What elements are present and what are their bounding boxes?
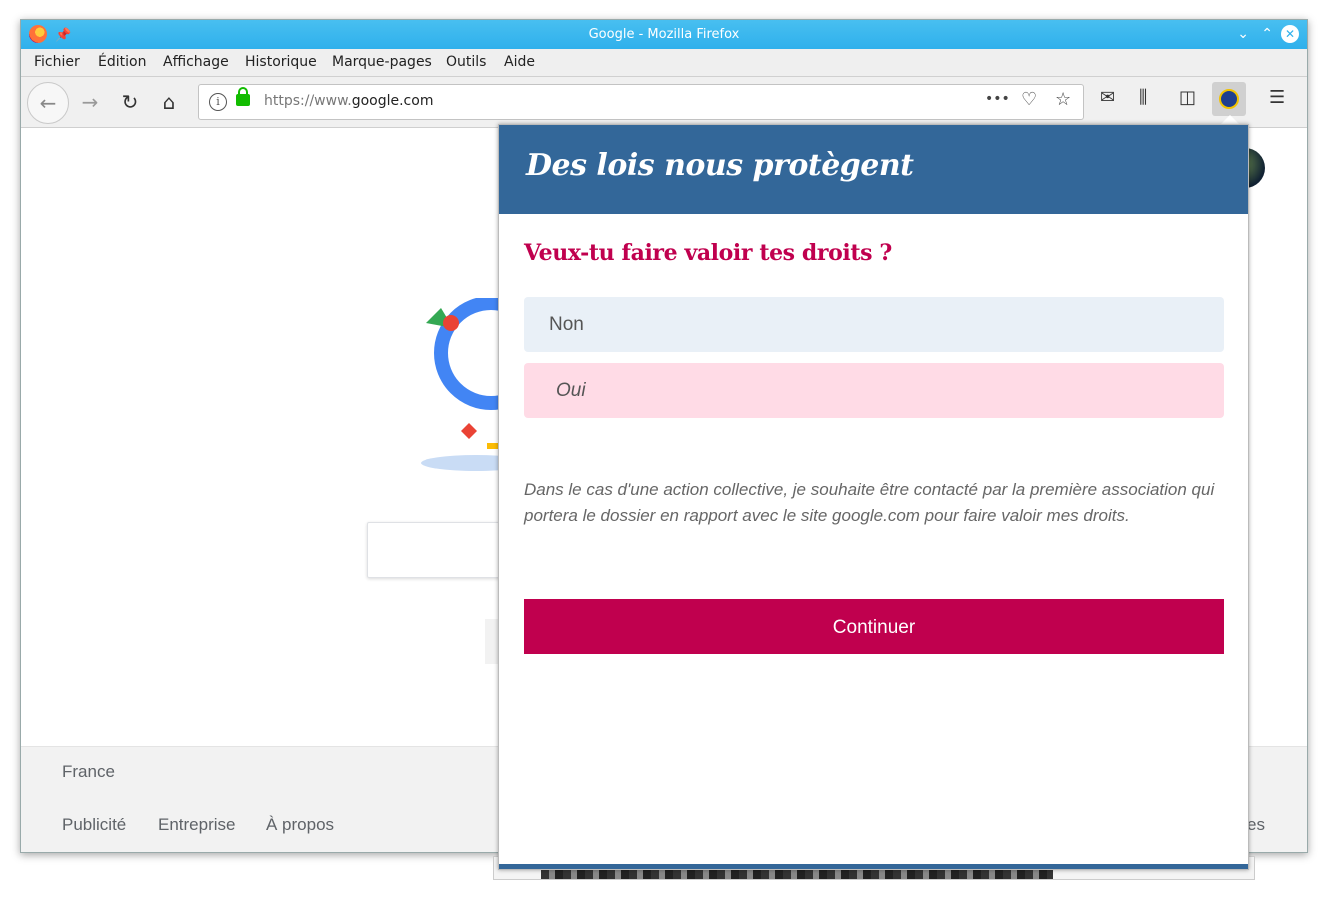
pin-icon[interactable]: 📌 (55, 21, 71, 50)
footer-link-entreprise[interactable]: Entreprise (158, 815, 235, 835)
popup-question: Veux-tu faire valoir tes droits ? (524, 240, 892, 266)
close-icon[interactable]: ✕ (1281, 25, 1299, 43)
url-bar[interactable]: i https://www.google.com ••• ♡ ☆ (198, 84, 1084, 120)
footer-link-fragment[interactable]: es (1247, 815, 1265, 835)
extension-icon (1219, 89, 1239, 109)
menu-outils[interactable]: Outils (446, 54, 486, 70)
sidebar-icon[interactable]: ◫ (1179, 87, 1196, 108)
extension-button[interactable] (1212, 82, 1246, 116)
option-non[interactable]: Non (524, 297, 1224, 352)
menu-marque-pages[interactable]: Marque-pages (332, 54, 432, 70)
hamburger-menu-icon[interactable]: ☰ (1269, 87, 1285, 108)
menu-aide[interactable]: Aide (504, 54, 535, 70)
firefox-logo-icon (29, 25, 47, 43)
forward-button[interactable]: → (73, 85, 107, 119)
footer-country: France (62, 762, 115, 781)
reload-button[interactable]: ↻ (113, 85, 147, 119)
pocket-icon[interactable]: ♡ (1021, 89, 1037, 110)
option-oui[interactable]: Oui (524, 363, 1224, 418)
footer-link-publicite[interactable]: Publicité (62, 815, 126, 835)
menu-edition[interactable]: Édition (98, 54, 146, 70)
info-icon[interactable]: i (209, 93, 227, 111)
lock-icon (236, 87, 250, 106)
minimize-icon[interactable]: ⌄ (1237, 20, 1249, 49)
background-image (541, 869, 1053, 879)
navigation-toolbar: ← → ↻ ⌂ i https://www.google.com ••• ♡ ☆… (21, 77, 1307, 128)
url-text: https://www.google.com (264, 93, 434, 109)
menu-historique[interactable]: Historique (245, 54, 317, 70)
popup-bottom-bar (499, 864, 1248, 869)
page-actions-icon[interactable]: ••• (985, 91, 1010, 107)
menu-fichier[interactable]: Fichier (34, 54, 80, 70)
popup-title: Des lois nous protègent (526, 148, 914, 183)
footer-link-apropos[interactable]: À propos (266, 815, 334, 835)
menu-bar: Fichier Édition Affichage Historique Mar… (21, 49, 1307, 77)
extension-popup: Des lois nous protègent Veux-tu faire va… (498, 124, 1249, 870)
title-bar: 📌 Google - Mozilla Firefox ⌄ ⌃ ✕ (21, 20, 1307, 49)
window-title: Google - Mozilla Firefox (588, 27, 740, 42)
consent-text[interactable]: Dans le cas d'une action collective, je … (524, 477, 1224, 529)
bookmark-star-icon[interactable]: ☆ (1055, 89, 1071, 110)
library-icon[interactable]: ⫼ (1139, 87, 1147, 108)
menu-affichage[interactable]: Affichage (163, 54, 229, 70)
maximize-icon[interactable]: ⌃ (1261, 20, 1273, 49)
popup-header: Des lois nous protègent (499, 125, 1248, 214)
mail-icon[interactable]: ✉ (1100, 87, 1115, 108)
home-button[interactable]: ⌂ (152, 85, 186, 119)
back-button[interactable]: ← (27, 82, 69, 124)
continue-button[interactable]: Continuer (524, 599, 1224, 654)
search-input[interactable] (367, 522, 509, 578)
